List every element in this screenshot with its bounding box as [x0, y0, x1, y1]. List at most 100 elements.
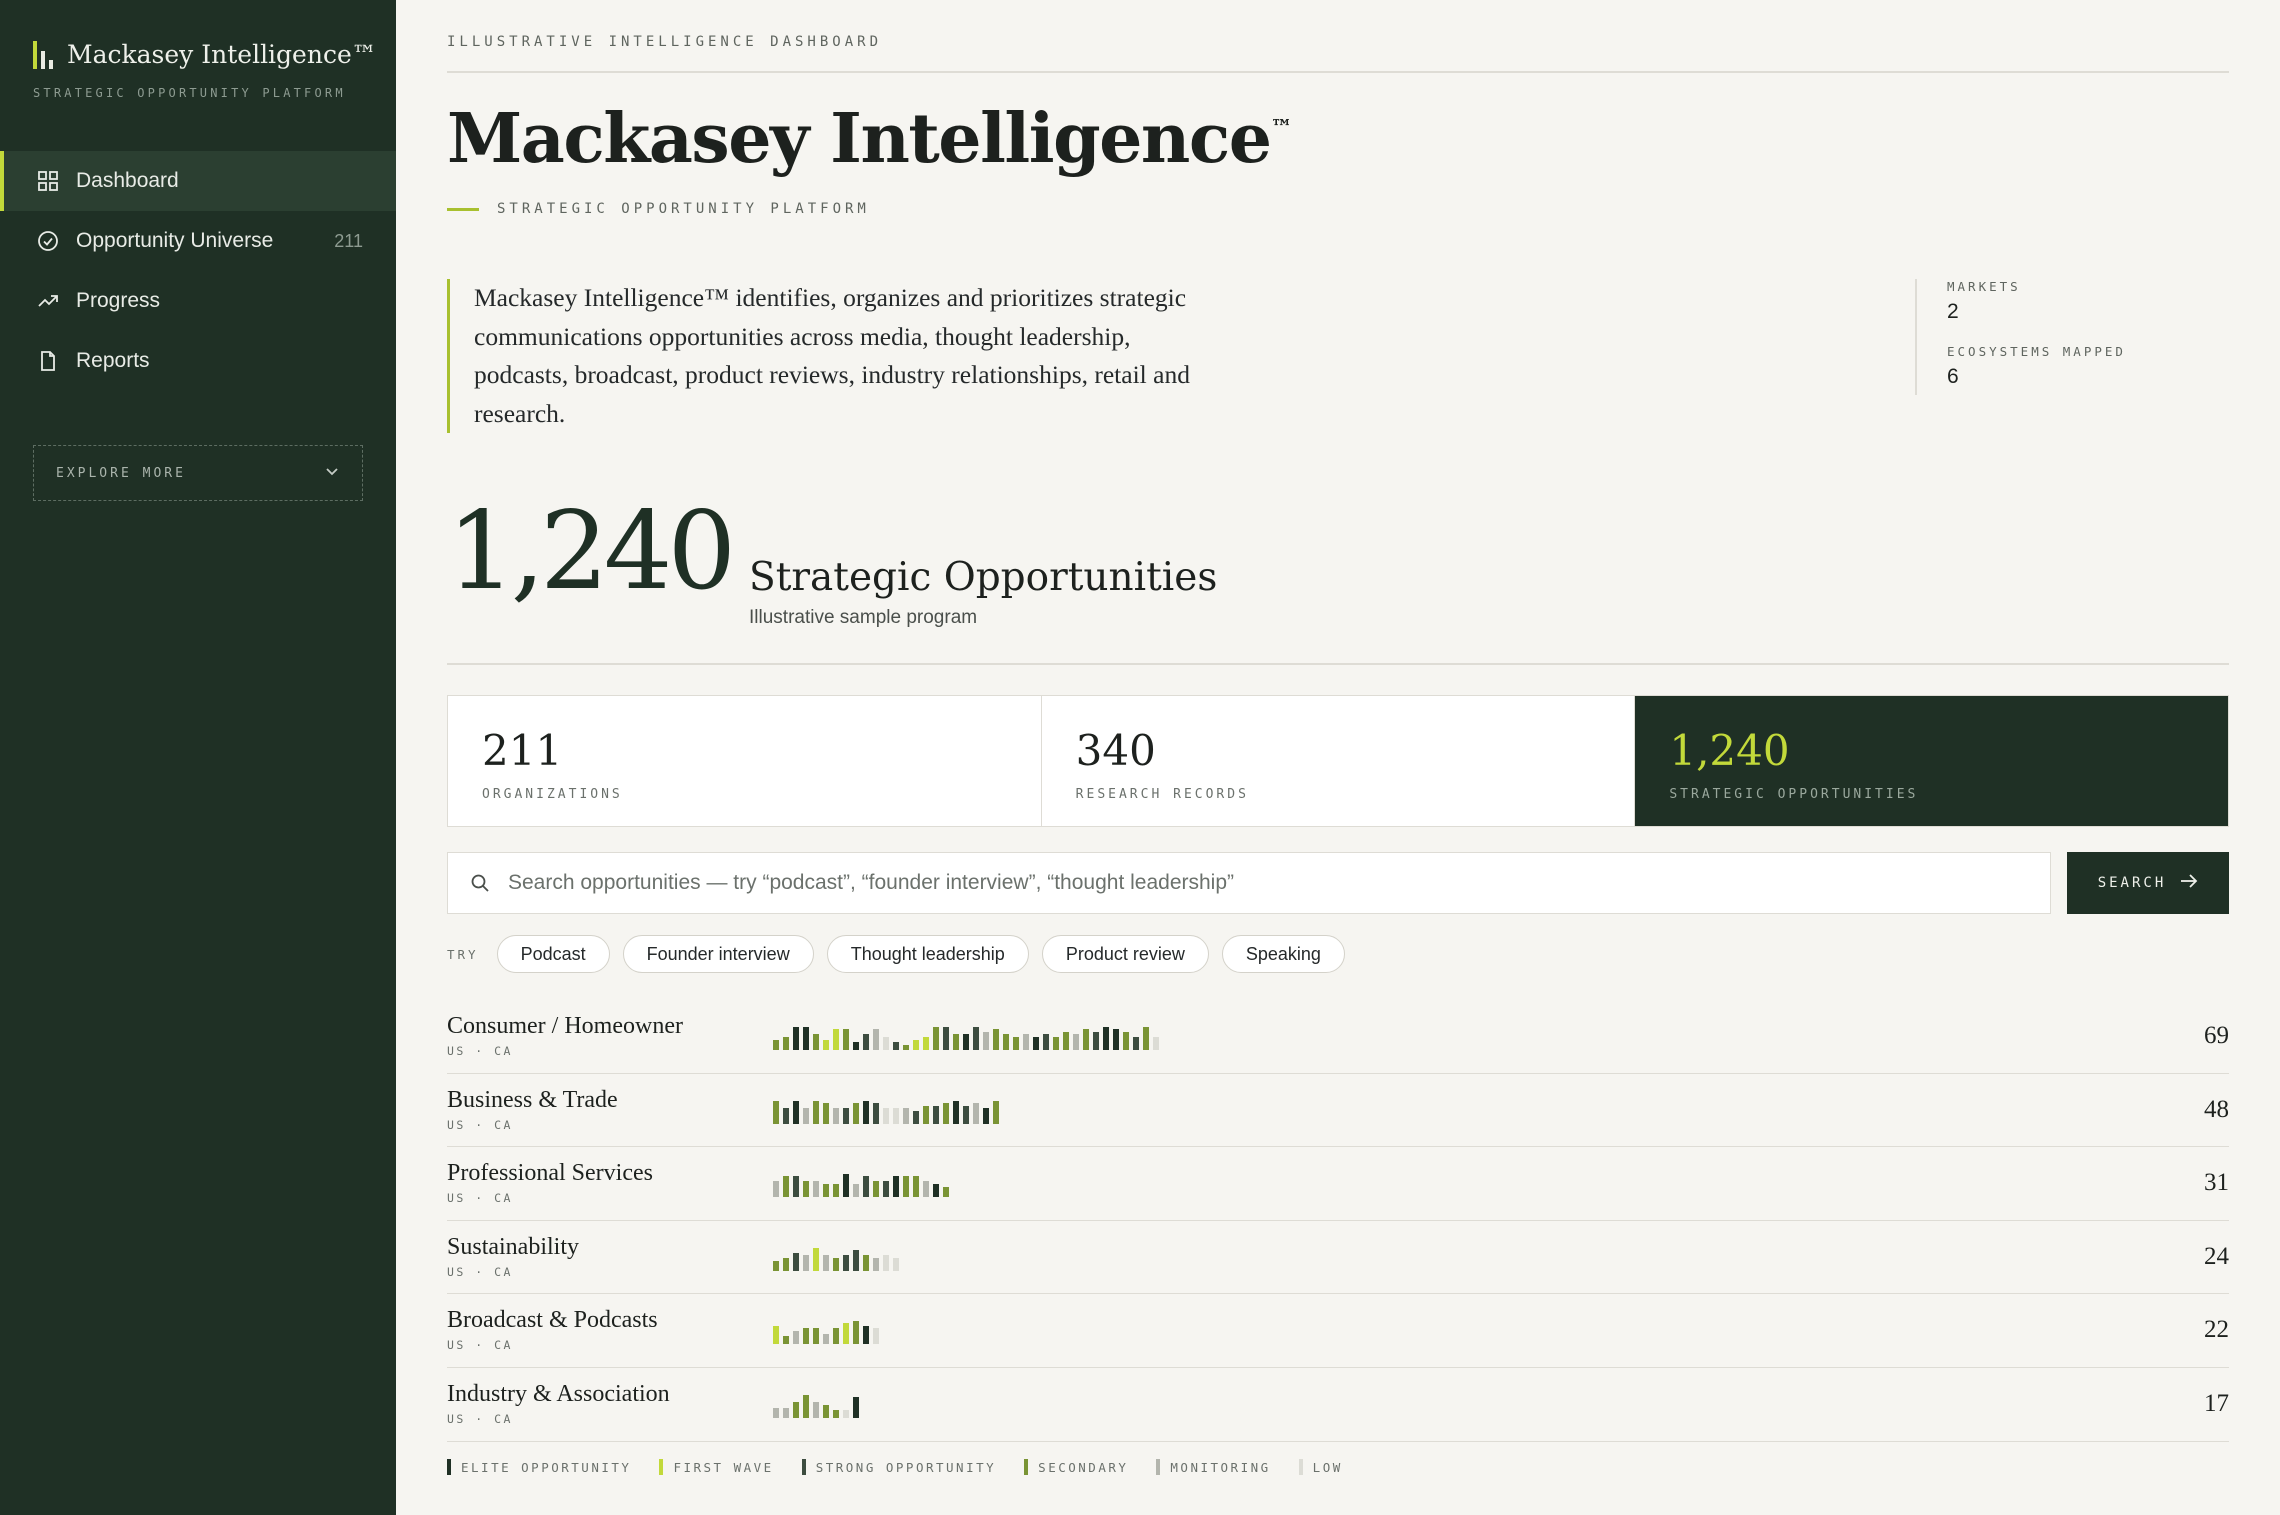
legend-label: STRONG OPPORTUNITY [815, 1459, 997, 1475]
opportunity-bar [843, 1323, 849, 1345]
opportunity-bar [893, 1257, 899, 1271]
sidebar-item-reports[interactable]: Reports [0, 331, 396, 391]
opportunity-bar [933, 1105, 939, 1124]
opportunity-bar [803, 1328, 809, 1345]
opportunity-bar [823, 1184, 829, 1198]
kpi-card-research-records[interactable]: 340 RESEARCH RECORDS [1042, 696, 1636, 826]
opportunity-bar [903, 1107, 909, 1124]
sidebar-item-progress[interactable]: Progress [0, 271, 396, 331]
arrow-right-icon [2180, 873, 2198, 893]
opportunity-bar [933, 1027, 939, 1050]
ecosystem-list: Consumer / Homeowner US · CA 69 Business… [447, 1000, 2229, 1442]
explore-more-dropdown[interactable]: EXPLORE MORE [33, 445, 363, 501]
opportunity-bar [863, 1176, 869, 1198]
chip-thought-leadership[interactable]: Thought leadership [826, 935, 1029, 973]
search-input[interactable] [508, 871, 2008, 895]
suggested-searches: TRY Podcast Founder interview Thought le… [447, 935, 1358, 973]
page-title-text: Mackasey Intelligence [447, 99, 1272, 179]
ecosystem-markets: US · CA [447, 1044, 513, 1058]
opportunity-bar [983, 1032, 989, 1050]
opportunity-bar [1153, 1037, 1159, 1050]
sidebar-item-opportunity-universe[interactable]: Opportunity Universe 211 [0, 211, 396, 271]
opportunity-bar [953, 1034, 959, 1050]
opportunity-bar [993, 1100, 999, 1124]
opportunity-bar [1053, 1037, 1059, 1050]
legend-label: MONITORING [1170, 1459, 1271, 1475]
search-button-label: SEARCH [2097, 875, 2167, 891]
opportunity-bar [803, 1254, 809, 1271]
opportunity-bar [793, 1027, 799, 1050]
kpi-value: 1,240 [1669, 726, 1790, 775]
ecosystem-row[interactable]: Industry & Association US · CA 17 [447, 1368, 2229, 1442]
kpi-card-strategic-opportunities[interactable]: 1,240 STRATEGIC OPPORTUNITIES [1635, 696, 2229, 826]
opportunity-bar [843, 1174, 849, 1198]
ecosystem-row[interactable]: Business & Trade US · CA 48 [447, 1074, 2229, 1148]
divider [447, 71, 2229, 73]
opportunity-bar [923, 1105, 929, 1124]
legend-label: FIRST WAVE [673, 1459, 774, 1475]
opportunity-bar [903, 1045, 909, 1050]
opportunity-bar [853, 1102, 859, 1124]
headline-label: Strategic Opportunities [749, 555, 1218, 600]
opportunity-bar [783, 1336, 789, 1345]
brand[interactable]: Mackasey Intelligence™ [33, 40, 377, 69]
opportunity-bar [1043, 1034, 1049, 1050]
sidebar-item-label: Reports [76, 349, 150, 372]
kpi-card-organizations[interactable]: 211 ORGANIZATIONS [448, 696, 1042, 826]
search-icon [470, 871, 494, 895]
opportunity-bar [873, 1029, 879, 1050]
opportunity-bars [773, 1174, 949, 1198]
sidebar: Mackasey Intelligence™ STRATEGIC OPPORTU… [0, 0, 396, 1515]
opportunity-bar [813, 1181, 819, 1198]
ecosystem-count: 24 [2204, 1242, 2229, 1270]
sidebar-item-dashboard[interactable]: Dashboard [0, 151, 396, 211]
intro-quote: Mackasey Intelligence™ identifies, organ… [447, 279, 1207, 433]
opportunity-bar [833, 1029, 839, 1050]
legend-label: SECONDARY [1038, 1459, 1129, 1475]
ecosystem-row[interactable]: Professional Services US · CA 31 [447, 1147, 2229, 1221]
opportunity-bar [893, 1107, 899, 1124]
opportunity-bar [773, 1407, 779, 1418]
opportunity-bar [823, 1404, 829, 1418]
page-eyebrow: ILLUSTRATIVE INTELLIGENCE DASHBOARD [447, 34, 883, 50]
opportunity-bar [913, 1176, 919, 1198]
opportunity-bar [1113, 1029, 1119, 1050]
ecosystem-count: 48 [2204, 1095, 2229, 1123]
stat-label: ECOSYSTEMS MAPPED [1947, 344, 2126, 359]
opportunity-bar [923, 1181, 929, 1198]
opportunity-bar [783, 1407, 789, 1418]
opportunity-bar [833, 1409, 839, 1418]
ecosystem-row[interactable]: Consumer / Homeowner US · CA 69 [447, 1000, 2229, 1074]
opportunity-bar [833, 1107, 839, 1124]
sidebar-item-label: Dashboard [76, 169, 179, 192]
chip-product-review[interactable]: Product review [1041, 935, 1209, 973]
chip-speaking[interactable]: Speaking [1221, 935, 1345, 973]
ecosystem-row[interactable]: Sustainability US · CA 24 [447, 1221, 2229, 1295]
search-button[interactable]: SEARCH [2067, 852, 2229, 914]
ecosystem-row[interactable]: Broadcast & Podcasts US · CA 22 [447, 1294, 2229, 1368]
ecosystem-markets: US · CA [447, 1338, 513, 1353]
opportunity-bar [963, 1034, 969, 1050]
check-circle-icon [36, 229, 60, 253]
chip-podcast[interactable]: Podcast [496, 935, 610, 973]
opportunity-bar [803, 1027, 809, 1050]
page-subtitle-text: STRATEGIC OPPORTUNITY PLATFORM [497, 201, 870, 217]
opportunity-bar [773, 1040, 779, 1050]
opportunity-bar [943, 1027, 949, 1050]
opportunity-bar [953, 1100, 959, 1124]
stat-value: 2 [1947, 300, 1959, 323]
opportunity-bar [783, 1176, 789, 1198]
search-bar [447, 852, 2051, 914]
opportunity-bar [923, 1037, 929, 1050]
opportunity-bar [1023, 1034, 1029, 1050]
legend-swatch [659, 1459, 664, 1475]
opportunity-bar [853, 1396, 859, 1418]
opportunity-bar [1063, 1032, 1069, 1050]
stat-value: 6 [1947, 365, 1959, 388]
kpi-value: 340 [1075, 726, 1156, 775]
chip-founder-interview[interactable]: Founder interview [622, 935, 814, 973]
brand-tagline: STRATEGIC OPPORTUNITY PLATFORM [33, 86, 346, 100]
opportunity-bar [863, 1034, 869, 1050]
kpi-label: RESEARCH RECORDS [1075, 787, 1249, 802]
opportunity-bar [853, 1249, 859, 1271]
